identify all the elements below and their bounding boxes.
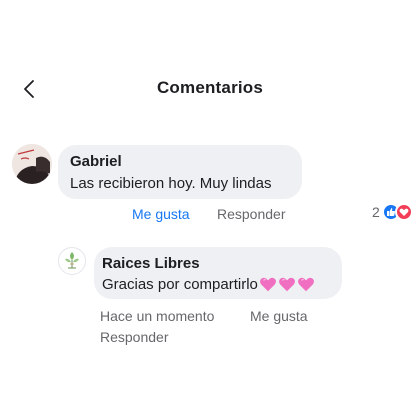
comment-author[interactable]: Gabriel — [70, 153, 122, 170]
like-button[interactable]: Me gusta — [132, 206, 190, 222]
comment-text: Gracias por compartirlo — [102, 275, 316, 293]
header: Comentarios — [0, 0, 420, 126]
like-button[interactable]: Me gusta — [250, 308, 308, 324]
raices-libres-logo-icon — [65, 252, 79, 269]
heart-emojis — [259, 275, 316, 293]
reply-button[interactable]: Responder — [217, 206, 286, 222]
comment-author[interactable]: Raices Libres — [102, 255, 200, 272]
love-reaction-icon — [394, 203, 413, 221]
comment-bubble[interactable]: Raices Libres Gracias por compartirlo — [94, 247, 342, 299]
comment-text: Las recibieron hoy. Muy lindas — [70, 175, 272, 192]
pink-heart-icon — [278, 277, 295, 292]
comment-text-content: Gracias por compartirlo — [102, 275, 258, 293]
reaction-summary[interactable]: 2 — [372, 201, 413, 223]
reply-button[interactable]: Responder — [100, 329, 169, 345]
avatar[interactable] — [12, 144, 52, 184]
reaction-count: 2 — [372, 204, 380, 220]
page-title: Comentarios — [156, 78, 264, 97]
comment-bubble[interactable]: Gabriel Las recibieron hoy. Muy lindas — [58, 145, 302, 199]
comment-timestamp: Hace un momento — [100, 308, 215, 324]
avatar[interactable] — [58, 247, 86, 275]
pink-heart-icon — [259, 277, 276, 292]
avatar-image — [12, 144, 52, 184]
pink-heart-icon — [297, 277, 314, 292]
